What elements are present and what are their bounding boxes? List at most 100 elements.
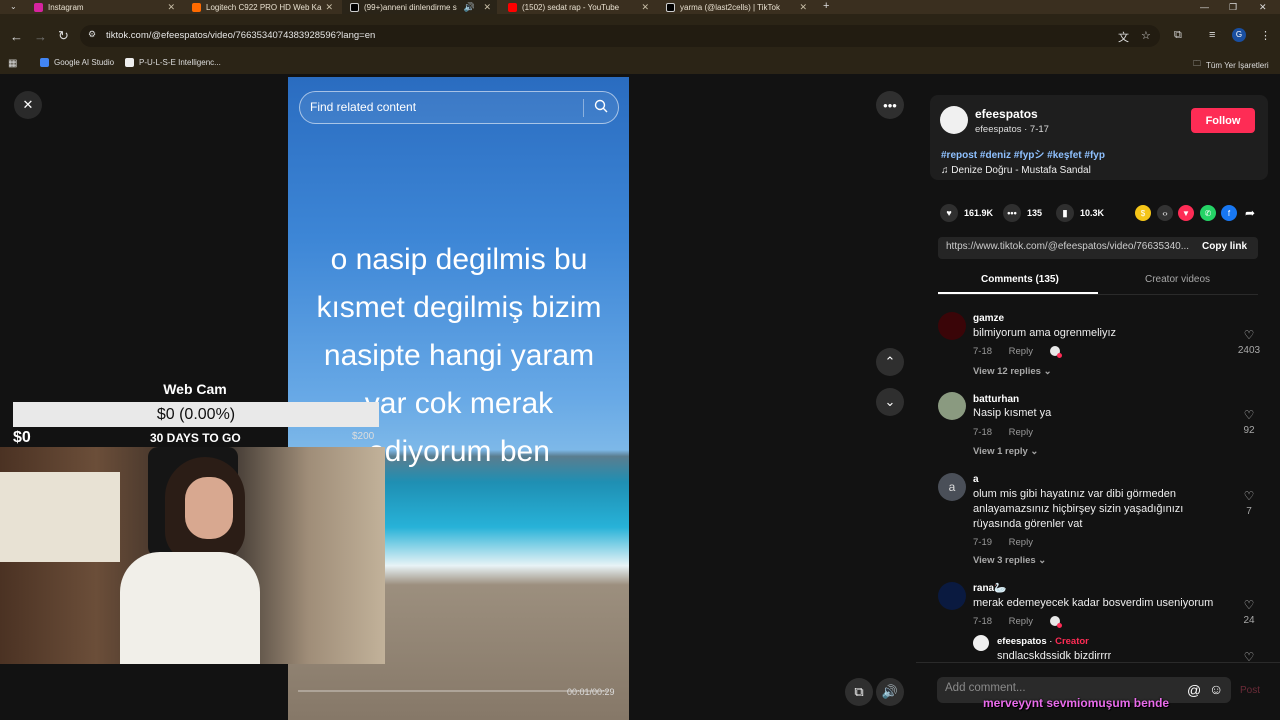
like-stat[interactable]: ♥ 161.9K bbox=[940, 204, 993, 222]
profile-avatar[interactable]: G bbox=[1232, 28, 1246, 42]
coin-icon[interactable]: $ bbox=[1135, 205, 1151, 221]
reply-button[interactable]: Reply bbox=[1009, 537, 1033, 548]
more-options-button[interactable]: ••• bbox=[876, 91, 904, 119]
bookmark-label: Google AI Studio bbox=[54, 58, 115, 67]
media-icon[interactable]: ≡ bbox=[1209, 29, 1215, 41]
tab-title: Instagram bbox=[48, 2, 84, 12]
view-replies-link[interactable]: View 12 replies ⌄ bbox=[973, 366, 1052, 377]
post-url: https://www.tiktok.com/@efeespatos/video… bbox=[946, 241, 1190, 252]
reply-button[interactable]: Reply bbox=[1009, 427, 1033, 438]
reply-button[interactable]: Reply bbox=[1009, 616, 1033, 627]
mention-icon[interactable]: @ bbox=[1187, 682, 1201, 698]
related-search[interactable] bbox=[299, 91, 619, 124]
bookmark-pulse[interactable]: P-U-L-S-E Intelligenc... bbox=[125, 58, 221, 67]
forward-icon[interactable]: → bbox=[34, 29, 47, 44]
reply-username[interactable]: efeespatos bbox=[997, 636, 1047, 647]
close-tab-icon[interactable]: ✕ bbox=[641, 2, 649, 13]
translate-icon[interactable]: 文 bbox=[1118, 29, 1129, 45]
site-info-icon[interactable]: ⚙ bbox=[88, 29, 96, 40]
apps-icon[interactable]: ▦ bbox=[8, 58, 17, 69]
like-count: 161.9K bbox=[964, 208, 994, 218]
ai-studio-icon bbox=[40, 58, 49, 67]
floating-player-button[interactable]: ⧉ bbox=[845, 678, 873, 706]
new-tab-button[interactable]: + bbox=[823, 0, 829, 12]
comment-input[interactable] bbox=[945, 682, 1175, 694]
webcam-title: Web Cam bbox=[163, 381, 227, 397]
donation-target: $200 bbox=[352, 431, 375, 442]
volume-button[interactable]: 🔊 bbox=[876, 678, 904, 706]
view-replies-link[interactable]: View 1 reply ⌄ bbox=[973, 446, 1038, 457]
tab-tiktok-profile[interactable]: yarma (@last2cells) | TikTok ✕ bbox=[658, 0, 813, 14]
post-music[interactable]: ♫ Denize Doğru - Mustafa Sandal bbox=[941, 165, 1091, 176]
comment-like-icon[interactable]: ♡ bbox=[1229, 408, 1269, 422]
restore-icon[interactable]: ❐ bbox=[1229, 0, 1237, 14]
tab-search-icon[interactable]: ⌄ bbox=[10, 2, 17, 11]
tab-tiktok-active[interactable]: (99+)anneni dinlendirme s 🔊 ✕ bbox=[342, 0, 497, 14]
comment-stat[interactable]: ••• 135 bbox=[1003, 204, 1042, 222]
next-video-button[interactable]: ⌄ bbox=[876, 388, 904, 416]
background-panel bbox=[0, 472, 120, 562]
tab-comments[interactable]: Comments (135) bbox=[981, 274, 1059, 285]
bookmark-google-ai-studio[interactable]: Google AI Studio bbox=[40, 58, 114, 67]
save-stat[interactable]: ▮ 10.3K bbox=[1056, 204, 1104, 222]
author-handle: efeespatos · 7-17 bbox=[975, 124, 1049, 135]
tiktok-icon bbox=[666, 2, 675, 12]
reply-like-icon[interactable]: ♡ bbox=[1229, 650, 1269, 662]
whatsapp-icon[interactable]: ✆ bbox=[1200, 205, 1216, 221]
close-tab-icon[interactable]: ✕ bbox=[483, 2, 491, 13]
comment-count: 135 bbox=[1027, 208, 1043, 218]
comment-text: olum mis gibi hayatınız var dibi görmede… bbox=[973, 488, 1184, 530]
emoji-icon[interactable]: ☺ bbox=[1209, 681, 1223, 697]
post-hashtags[interactable]: #repost #deniz #fypシ #keşfet #fyp bbox=[941, 146, 1105, 161]
video-progress-bar[interactable] bbox=[298, 690, 608, 692]
comment-username[interactable]: batturhan bbox=[973, 394, 1019, 405]
comment-username[interactable]: gamze bbox=[973, 313, 1004, 324]
send-icon[interactable]: ▼ bbox=[1178, 205, 1194, 221]
comment-avatar[interactable] bbox=[938, 312, 966, 340]
close-tab-icon[interactable]: ✕ bbox=[799, 2, 807, 13]
search-input[interactable] bbox=[310, 100, 580, 114]
search-icon[interactable] bbox=[594, 99, 608, 113]
view-replies-link[interactable]: View 3 replies ⌄ bbox=[973, 555, 1046, 566]
reload-icon[interactable]: ↻ bbox=[58, 28, 69, 44]
tab-youtube[interactable]: (1502) sedat rap - YouTube ✕ bbox=[500, 0, 655, 14]
back-icon[interactable]: ← bbox=[10, 29, 23, 44]
url-text[interactable]: tiktok.com/@efeespatos/video/76635340743… bbox=[106, 30, 375, 41]
comment-avatar[interactable] bbox=[938, 582, 966, 610]
embed-icon[interactable]: ‹› bbox=[1157, 205, 1173, 221]
tab-title: (99+)anneni dinlendirme s bbox=[364, 2, 457, 12]
close-tab-icon[interactable]: ✕ bbox=[167, 2, 175, 13]
bookmark-star-icon[interactable]: ☆ bbox=[1141, 29, 1151, 42]
comment-username[interactable]: a bbox=[973, 474, 979, 485]
speaker-icon[interactable]: 🔊 bbox=[464, 2, 475, 13]
comment-avatar[interactable]: a bbox=[938, 473, 966, 501]
comment-text: bilmiyorum ama ogrenmeliyız bbox=[973, 327, 1117, 339]
author-avatar[interactable] bbox=[940, 106, 968, 134]
tab-logitech[interactable]: Logitech C922 PRO HD Web Ka ✕ bbox=[184, 0, 339, 14]
comment-avatar[interactable] bbox=[938, 392, 966, 420]
tab-creator-videos[interactable]: Creator videos bbox=[1145, 274, 1210, 285]
extensions-icon[interactable]: ⧉ bbox=[1174, 29, 1182, 42]
youtube-icon bbox=[508, 2, 517, 12]
close-video-button[interactable]: ✕ bbox=[14, 91, 42, 119]
tab-instagram[interactable]: Instagram ✕ bbox=[26, 0, 181, 14]
close-tab-icon[interactable]: ✕ bbox=[325, 2, 333, 13]
copy-link-button[interactable]: Copy link bbox=[1202, 241, 1247, 252]
share-arrow-icon[interactable]: ➦ bbox=[1242, 205, 1258, 221]
all-bookmarks[interactable]: 🗀 Tüm Yer İşaretleri bbox=[1193, 58, 1269, 72]
minimize-icon[interactable]: — bbox=[1200, 0, 1209, 14]
comment-like-icon[interactable]: ♡ bbox=[1229, 598, 1269, 612]
post-comment-button[interactable]: Post bbox=[1240, 685, 1260, 696]
comment-like-icon[interactable]: ♡ bbox=[1229, 328, 1269, 342]
comment-username[interactable]: rana🦢 bbox=[973, 583, 1007, 594]
previous-video-button[interactable]: ⌃ bbox=[876, 348, 904, 376]
author-name[interactable]: efeespatos bbox=[975, 107, 1038, 121]
close-window-icon[interactable]: ✕ bbox=[1259, 0, 1267, 14]
reply-button[interactable]: Reply bbox=[1009, 346, 1033, 357]
facebook-icon[interactable]: f bbox=[1221, 205, 1237, 221]
comment-like-icon[interactable]: ♡ bbox=[1229, 489, 1269, 503]
reply-avatar[interactable] bbox=[973, 635, 989, 651]
menu-icon[interactable]: ⋮ bbox=[1260, 29, 1271, 42]
follow-button[interactable]: Follow bbox=[1191, 108, 1255, 133]
bookmark-label: P-U-L-S-E Intelligenc... bbox=[139, 58, 221, 67]
